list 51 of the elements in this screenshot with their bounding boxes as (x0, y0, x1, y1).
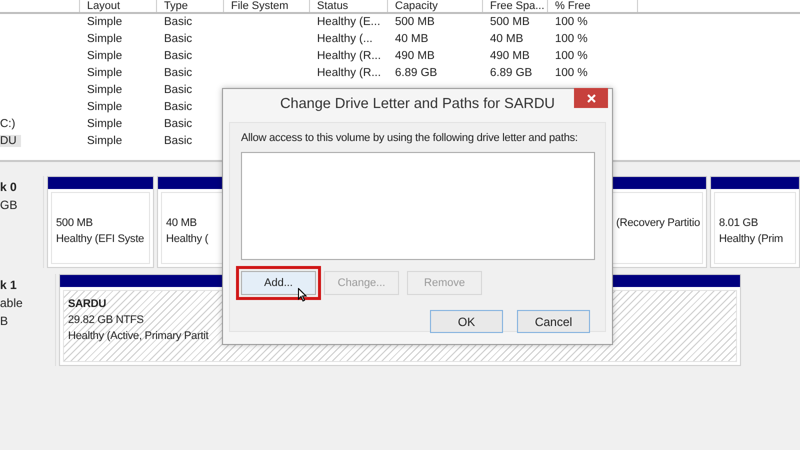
disk-label: k 1 (0, 278, 18, 292)
table-cell-text: 500 MB (489, 15, 531, 30)
table-cell-text: Basic (163, 66, 194, 81)
disk-label: B (0, 314, 10, 328)
partition-info: (Recovery Partitio (616, 216, 700, 231)
partition-info: Healthy ( (166, 232, 208, 247)
table-cell-text: Simple (86, 32, 124, 47)
table-cell-text: 40 MB (394, 32, 430, 47)
partition-info: Healthy (Active, Primary Partit (68, 329, 209, 344)
table-cell-text: 490 MB (394, 49, 436, 64)
table-cell-text: Simple (86, 49, 124, 64)
partition-info: 8.01 GB (719, 216, 758, 231)
table-cell-text: Basic (163, 49, 194, 64)
table-cell-text: Healthy (E... (316, 15, 382, 30)
partition-name: SARDU (68, 297, 106, 312)
table-cell-text: Simple (86, 134, 124, 149)
table-cell-text: 100 % (554, 49, 589, 64)
table-cell-text: Basic (163, 134, 194, 149)
table-cell-text: 100 % (554, 15, 589, 30)
table-cell-text: Simple (86, 15, 124, 30)
disk-label: GB (0, 198, 18, 212)
table-cell-text: 100 % (554, 32, 589, 47)
table-cell-text: Healthy (R... (316, 66, 382, 81)
table-cell-text: 40 MB (489, 32, 524, 47)
partition-info: 40 MB (166, 216, 197, 231)
table-cell-text: C:) (0, 118, 16, 130)
table-cell-text: 6.89 GB (394, 66, 438, 81)
table-cell-text: Simple (86, 100, 124, 115)
table-cell: DU (0, 135, 21, 147)
table-cell-text: 100 % (554, 66, 589, 81)
table-cell-text: Basic (163, 32, 194, 47)
table-cell-text: Healthy (R... (316, 49, 382, 64)
table-cell-text: 6.89 GB (489, 66, 534, 81)
table-cell-text: Simple (86, 117, 124, 132)
table-cell-text: 500 MB (394, 15, 436, 30)
table-cell-text: Basic (163, 117, 194, 132)
disk-label: able (0, 296, 24, 310)
partition-info: 500 MB (56, 216, 93, 231)
table-cell-text: 490 MB (489, 49, 531, 64)
table-cell-text: Basic (163, 83, 194, 98)
table-cell-text: Basic (163, 100, 194, 115)
dialog-title: Change Drive Letter and Paths for SARDU (280, 96, 555, 112)
dialog-prompt: Allow access to this volume by using the following drive letter and paths: (241, 132, 579, 144)
partition-info: Healthy (EFI Syste (56, 232, 144, 247)
table-cell-text: Basic (163, 15, 194, 30)
disk-label: k 0 (0, 180, 18, 194)
partition-info: Healthy (Prim (719, 232, 784, 247)
table-cell-text: Healthy (... (316, 32, 374, 47)
partition-info: 29.82 GB NTFS (68, 313, 144, 328)
table-cell-text: Simple (86, 66, 124, 81)
table-cell-text: Simple (86, 83, 124, 98)
